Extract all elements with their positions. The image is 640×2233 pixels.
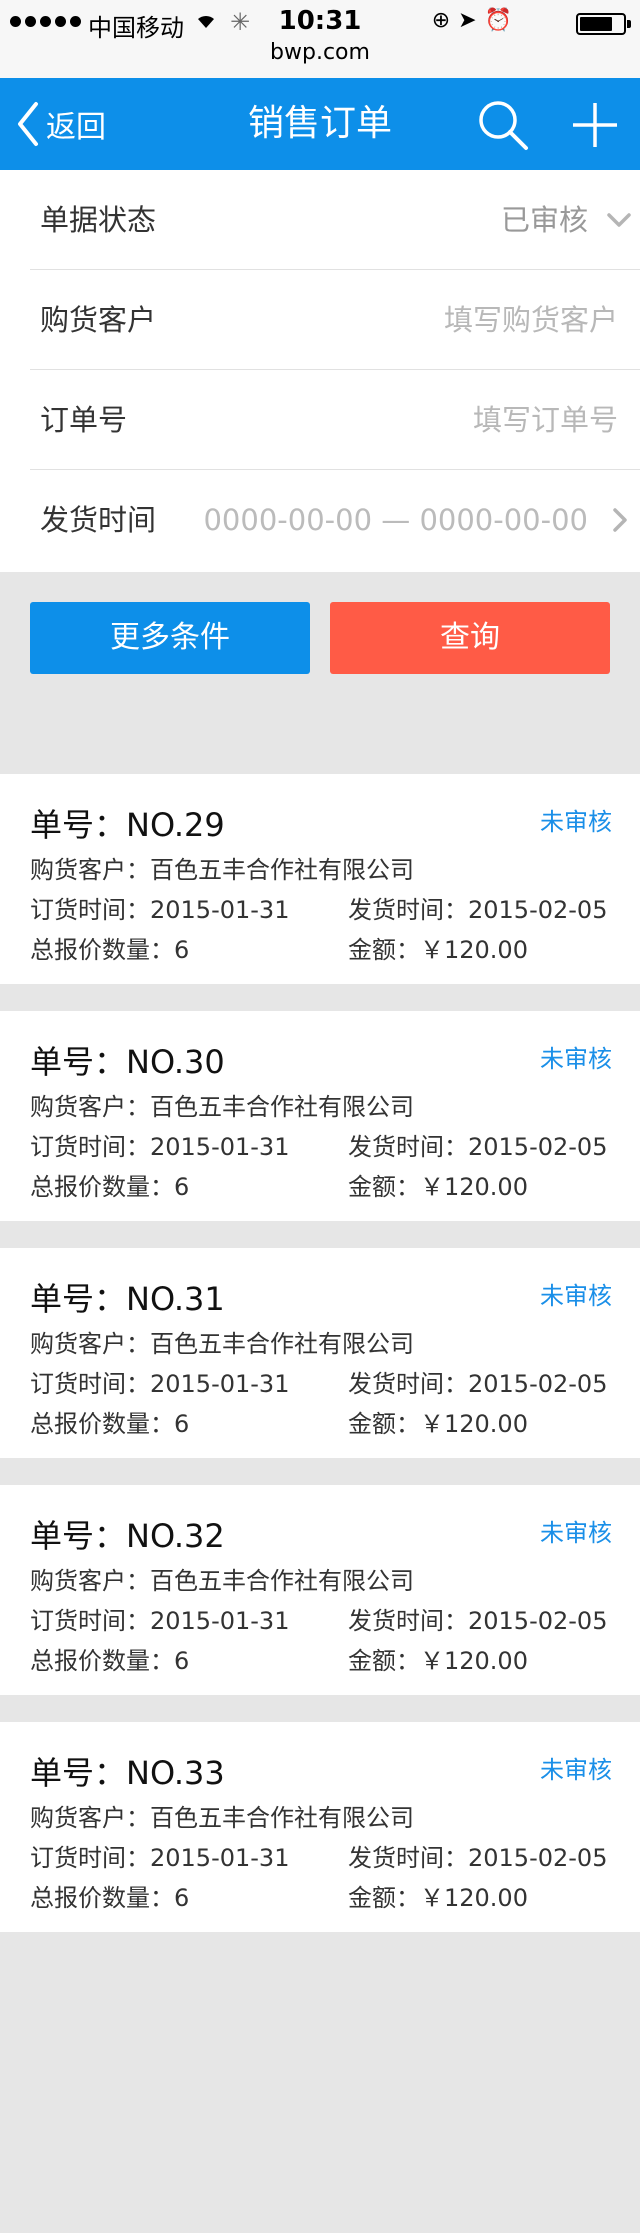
search-icon[interactable]: [476, 98, 530, 152]
order-time: 订货时间：2015-01-31: [30, 1370, 290, 1398]
ship-time-filter-row[interactable]: 发货时间 0000-00-00 — 0000-00-00: [30, 470, 640, 570]
order-time: 订货时间：2015-01-31: [30, 896, 290, 924]
order-status-badge[interactable]: 未审核: [540, 1276, 612, 1311]
order-number: 单号：NO.30: [30, 1043, 225, 1081]
customer-filter-row: 购货客户 填写购货客户: [30, 270, 640, 370]
order-amount: 金额：￥120.00: [348, 1647, 528, 1675]
order-status-badge[interactable]: 未审核: [540, 1513, 612, 1548]
order-ship-time: 发货时间：2015-02-05: [348, 1370, 608, 1398]
order-time: 订货时间：2015-01-31: [30, 1607, 290, 1635]
order-card[interactable]: 单号：NO.33 未审核 购货客户：百色五丰合作社有限公司 订货时间：2015-…: [0, 1722, 640, 1932]
ship-time-filter-label: 发货时间: [40, 503, 157, 537]
order-amount: 金额：￥120.00: [348, 1884, 528, 1912]
order-no-filter-row: 订单号 填写订单号: [30, 370, 640, 470]
order-customer: 购货客户：百色五丰合作社有限公司: [30, 856, 414, 884]
chevron-left-icon: [18, 102, 38, 146]
order-card[interactable]: 单号：NO.30 未审核 购货客户：百色五丰合作社有限公司 订货时间：2015-…: [0, 1011, 640, 1221]
order-ship-time: 发货时间：2015-02-05: [348, 1607, 608, 1635]
address-url: bwp.com: [270, 40, 370, 65]
order-status-badge[interactable]: 未审核: [540, 1039, 612, 1074]
location-icon: ➤: [458, 8, 485, 33]
ship-time-range[interactable]: 0000-00-00 — 0000-00-00: [203, 470, 588, 570]
order-customer: 购货客户：百色五丰合作社有限公司: [30, 1567, 414, 1595]
order-status-badge[interactable]: 未审核: [540, 802, 612, 837]
order-no-filter-label: 订单号: [40, 403, 128, 437]
battery-icon: [576, 13, 631, 35]
order-quantity: 总报价数量：6: [30, 936, 190, 964]
order-status-badge[interactable]: 未审核: [540, 1750, 612, 1785]
order-quantity: 总报价数量：6: [30, 1884, 190, 1912]
status-time: 10:31: [278, 6, 362, 36]
order-customer: 购货客户：百色五丰合作社有限公司: [30, 1804, 414, 1832]
order-time: 订货时间：2015-01-31: [30, 1844, 290, 1872]
order-number: 单号：NO.33: [30, 1754, 225, 1792]
back-label: 返回: [46, 110, 106, 145]
add-icon[interactable]: [570, 100, 620, 150]
order-quantity: 总报价数量：6: [30, 1173, 190, 1201]
order-ship-time: 发货时间：2015-02-05: [348, 896, 608, 924]
order-no-input[interactable]: 填写订单号: [473, 370, 618, 470]
order-amount: 金额：￥120.00: [348, 1410, 528, 1438]
order-customer: 购货客户：百色五丰合作社有限公司: [30, 1093, 414, 1121]
status-bar: 中国移动 ✳ 10:31 ⊕➤⏰ bwp.com: [0, 0, 640, 78]
back-button[interactable]: 返回: [14, 78, 106, 170]
order-ship-time: 发货时间：2015-02-05: [348, 1844, 608, 1872]
filter-form: 单据状态 已审核 购货客户 填写购货客户 订单号 填写订单号 发货时间 0000…: [0, 170, 640, 572]
order-time: 订货时间：2015-01-31: [30, 1133, 290, 1161]
order-quantity: 总报价数量：6: [30, 1410, 190, 1438]
order-card[interactable]: 单号：NO.31 未审核 购货客户：百色五丰合作社有限公司 订货时间：2015-…: [0, 1248, 640, 1458]
order-card[interactable]: 单号：NO.32 未审核 购货客户：百色五丰合作社有限公司 订货时间：2015-…: [0, 1485, 640, 1695]
status-filter-row[interactable]: 单据状态 已审核: [30, 170, 640, 270]
order-number: 单号：NO.31: [30, 1280, 225, 1318]
order-amount: 金额：￥120.00: [348, 936, 528, 964]
nav-bar: 销售订单 返回: [0, 78, 640, 170]
status-filter-label: 单据状态: [40, 203, 157, 237]
order-ship-time: 发货时间：2015-02-05: [348, 1133, 608, 1161]
order-number: 单号：NO.29: [30, 806, 225, 844]
orientation-lock-icon: ⊕: [431, 8, 459, 33]
chevron-right-icon: [613, 508, 627, 532]
order-number: 单号：NO.32: [30, 1517, 225, 1555]
alarm-icon: ⏰: [484, 8, 520, 33]
status-icons: ⊕➤⏰: [432, 8, 520, 33]
more-conditions-button[interactable]: 更多条件: [30, 602, 310, 674]
order-customer: 购货客户：百色五丰合作社有限公司: [30, 1330, 414, 1358]
customer-input[interactable]: 填写购货客户: [444, 270, 618, 370]
order-card[interactable]: 单号：NO.29 未审核 购货客户：百色五丰合作社有限公司 订货时间：2015-…: [0, 774, 640, 984]
status-filter-value[interactable]: 已审核: [501, 170, 588, 270]
chevron-down-icon: [607, 213, 631, 227]
query-button[interactable]: 查询: [330, 602, 610, 674]
customer-filter-label: 购货客户: [40, 303, 157, 337]
order-amount: 金额：￥120.00: [348, 1173, 528, 1201]
order-quantity: 总报价数量：6: [30, 1647, 190, 1675]
